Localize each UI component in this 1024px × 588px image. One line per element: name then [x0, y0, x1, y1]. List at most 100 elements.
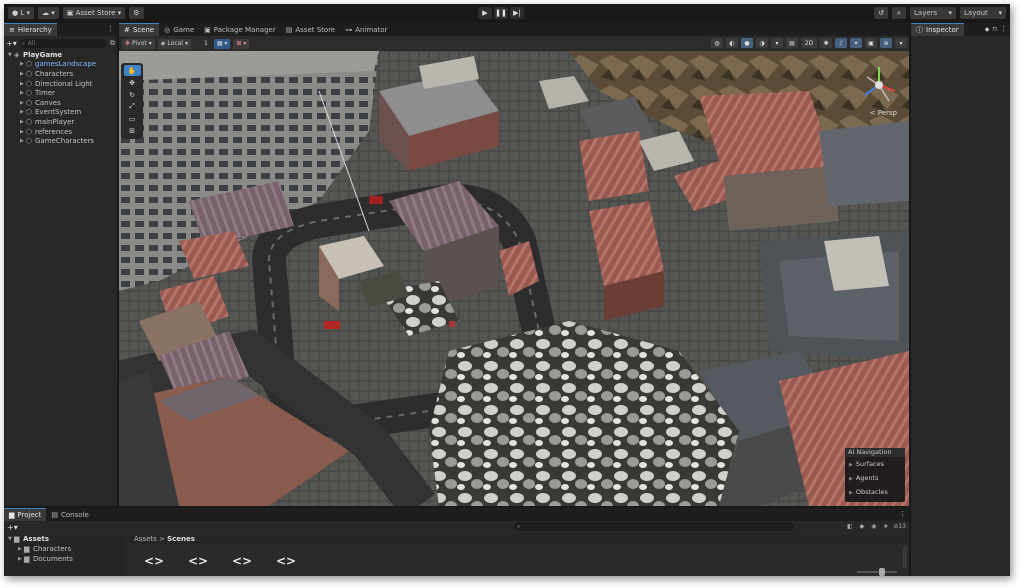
project-folder[interactable]: ▶ ▆ Documents [4, 554, 124, 564]
play-button[interactable]: ▶ [478, 7, 492, 19]
add-button[interactable]: +▾ [6, 39, 17, 48]
tab-project[interactable]: ▆ Project [4, 508, 47, 521]
scene-viewport[interactable]: ✋ ✥ ↻ ⤢ ▭ ⊞ < Persp AI Navigation ▶ Surf… [119, 51, 909, 506]
scene-asset-tile[interactable]: <> [231, 554, 253, 568]
hidden-count: 13 [898, 523, 906, 530]
local-dropdown[interactable]: ◈ Local ▾ [157, 38, 191, 49]
project-panel: ▆ Project ▤ Console ⋮ +▾ ⌕ ◧ ◆ ◉ ★ ⊘ 13 ▼ ▆ Ass… [4, 508, 909, 576]
filter-type-icon[interactable]: ◧ [845, 522, 854, 531]
favorite-icon[interactable]: ★ [881, 522, 890, 531]
hierarchy-item[interactable]: ▶ ⬡ Canves [4, 98, 117, 108]
gizmos-toggle[interactable]: ⊕ [880, 38, 892, 48]
more-icon[interactable]: ⋮ [1000, 23, 1010, 36]
asset-store-button[interactable]: ▣ Asset Store ▾ [62, 7, 126, 19]
audio-toggle[interactable]: ♪ [835, 38, 847, 48]
tab-scene[interactable]: # Scene [119, 23, 160, 36]
lock-icon[interactable]: ⊓ [992, 23, 1000, 36]
pause-button[interactable]: ❚❚ [494, 7, 508, 19]
layout-dropdown[interactable]: Layout ▾ [960, 7, 1006, 19]
shading-wire-button[interactable]: ◍ [711, 38, 723, 48]
add-button[interactable]: +▾ [4, 523, 18, 532]
icon-size-slider[interactable] [857, 568, 897, 576]
tab-asset-store[interactable]: ▤ Asset Store [281, 23, 341, 36]
tab-hierarchy[interactable]: ≡ Hierarchy [4, 23, 57, 36]
hierarchy-item[interactable]: ▶ ⬡ references [4, 127, 117, 137]
lighting-toggle[interactable]: ✺ [820, 38, 832, 48]
asset-scrollbar[interactable] [903, 546, 907, 568]
history-button[interactable]: ↺ [874, 7, 888, 19]
tab-package-manager[interactable]: ▣ Package Manager [199, 23, 281, 36]
grid-snap-field[interactable]: 1 [200, 38, 211, 49]
pivot-dropdown[interactable]: ✥ Pivot ▾ [122, 38, 155, 49]
hierarchy-item[interactable]: ▶ ⬡ Directional Light [4, 79, 117, 89]
more-icon[interactable]: ⋮ [899, 508, 909, 521]
tab-console[interactable]: ▤ Console [46, 508, 93, 521]
rotate-tool[interactable]: ↻ [124, 89, 141, 100]
hierarchy-item[interactable]: ▶ ⬡ GameCharacters [4, 136, 117, 146]
rect-tool[interactable]: ▭ [124, 113, 141, 124]
pin-icon[interactable]: ◆ [985, 23, 993, 36]
settings-button[interactable]: ⚙ [129, 7, 144, 19]
filter-log-icon[interactable]: ◉ [869, 522, 878, 531]
hierarchy-search-input[interactable]: ⌕ All [19, 38, 107, 48]
hierarchy-item[interactable]: ▶ ⬡ Timer [4, 88, 117, 98]
shading-shaded-button[interactable]: ● [741, 38, 753, 48]
tab-label: Hierarchy [17, 26, 52, 34]
project-search-input[interactable]: ⌕ [514, 522, 794, 531]
moon-icon: ◑ [759, 39, 765, 47]
hidden-packages-toggle[interactable]: ⊘ 13 [893, 522, 906, 531]
hierarchy-item[interactable]: ▶ ⬡ mainPlayer [4, 117, 117, 127]
folder-label: Assets [23, 535, 50, 543]
shading-shaded-wire-button[interactable]: ◐ [726, 38, 738, 48]
account-dropdown[interactable]: ● L ▾ [8, 7, 34, 19]
move-tool[interactable]: ✥ [124, 77, 141, 88]
scale-tool[interactable]: ⤢ [124, 101, 141, 112]
tab-game[interactable]: ◎ Game [159, 23, 199, 36]
step-button[interactable]: ▶| [510, 7, 524, 19]
scene-asset-tile[interactable]: <> [187, 554, 209, 568]
filter-icon[interactable]: ⧉ [110, 39, 115, 48]
folder-icon: ▆ [24, 555, 30, 563]
transform-tool[interactable]: ⊞ [124, 125, 141, 136]
ai-nav-item-agents[interactable]: ▶ Agents [845, 471, 905, 485]
project-toolbar: +▾ ⌕ ◧ ◆ ◉ ★ ⊘ 13 [4, 521, 909, 533]
snap-toggle[interactable]: ⊠ ▾ [233, 38, 250, 49]
cloud-button[interactable]: ☁ ▾ [38, 7, 59, 19]
breadcrumb-current[interactable]: Scenes [167, 535, 195, 543]
ai-nav-item-obstacles[interactable]: ▶ Obstacles [845, 485, 905, 499]
slider-handle[interactable] [879, 568, 885, 576]
project-folder[interactable]: ▼ ▆ Assets [4, 534, 124, 544]
shading-lit-button[interactable]: ◑ [756, 38, 768, 48]
tab-inspector[interactable]: ⓘ Inspector [911, 23, 964, 36]
scene-asset-tile[interactable]: <> [143, 554, 165, 568]
project-tabbar: ▆ Project ▤ Console ⋮ [4, 508, 909, 521]
layers-dropdown[interactable]: Layers ▾ [910, 7, 956, 19]
hierarchy-item[interactable]: ▶ ⬡ EventSystem [4, 108, 117, 118]
orientation-gizmo[interactable] [857, 61, 901, 111]
search-button[interactable]: ⌕ [892, 7, 906, 19]
chevron-down-icon: ▾ [115, 9, 122, 17]
gizmo-icon: ⊕ [883, 39, 889, 47]
2d-toggle[interactable]: 2D [801, 38, 817, 48]
effects-toggle[interactable]: ✦ [850, 38, 862, 48]
filter-label-icon[interactable]: ◆ [857, 522, 866, 531]
hierarchy-item[interactable]: ▼ ◈ PlayGame [4, 50, 117, 60]
draw-mode-dropdown[interactable]: ▾ [771, 38, 783, 48]
grid-toggle[interactable]: ▦ ▾ [213, 38, 231, 49]
project-folder[interactable]: ▶ ▆ Characters [4, 544, 124, 554]
ai-nav-item-surfaces[interactable]: ▶ Surfaces [845, 457, 905, 471]
layout-label: Layout [964, 9, 988, 17]
render-mode-button[interactable]: ▤ [786, 38, 798, 48]
tab-label: Package Manager [213, 25, 276, 34]
hierarchy-item[interactable]: ▶ ⬡ Characters [4, 69, 117, 79]
scene-asset-tile[interactable]: <> [275, 554, 297, 568]
breadcrumb-root[interactable]: Assets [134, 535, 157, 543]
camera-settings-button[interactable]: ▣ [865, 38, 877, 48]
gizmos-dropdown[interactable]: ▾ [895, 38, 907, 48]
more-icon[interactable]: ⋮ [107, 23, 117, 36]
play-icon: ▶ [482, 9, 488, 17]
perspective-toggle[interactable]: < Persp [870, 109, 897, 117]
hand-tool[interactable]: ✋ [123, 65, 141, 76]
tab-animator[interactable]: ⊶ Animator [340, 23, 392, 36]
hierarchy-item[interactable]: ▶ ⬡ gamesLandscape [4, 60, 117, 70]
